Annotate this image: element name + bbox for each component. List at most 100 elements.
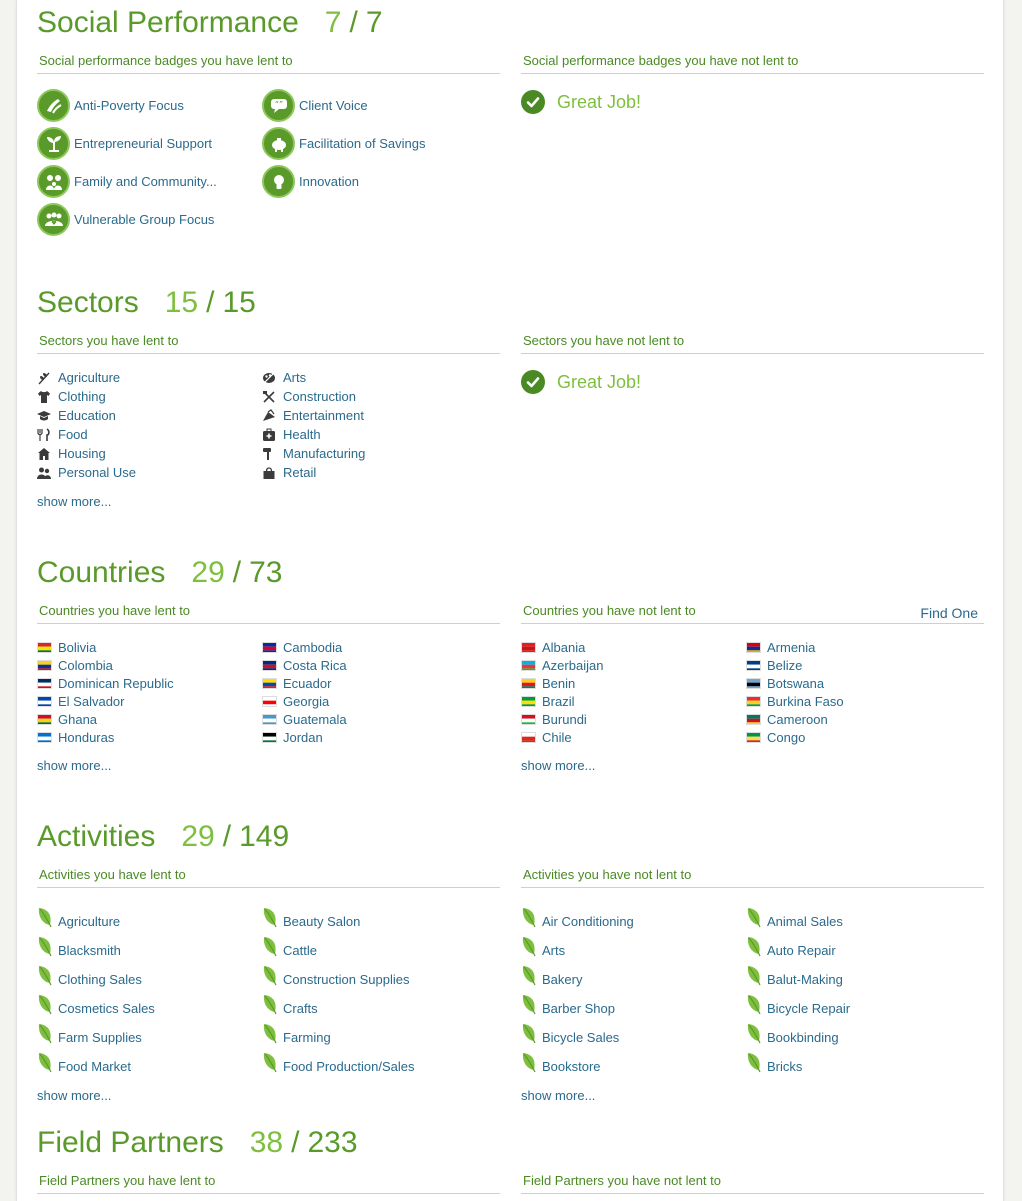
activity-label: Construction Supplies (283, 971, 410, 987)
section-title: Social Performance 7 / 7 (37, 6, 383, 46)
activity-item[interactable]: Animal Sales (746, 908, 843, 932)
show-more-link[interactable]: show more... (37, 1088, 111, 1103)
country-item[interactable]: Georgia (262, 694, 329, 709)
leaf-icon (746, 1022, 762, 1044)
group-icon (37, 203, 70, 236)
section-title: Activities 29 / 149 (37, 820, 289, 860)
country-item[interactable]: Benin (521, 676, 575, 691)
sector-item[interactable]: Clothing (37, 389, 106, 404)
activity-item[interactable]: Food Production/Sales (262, 1053, 415, 1077)
count-separator: / (349, 6, 358, 39)
activity-item[interactable]: Clothing Sales (37, 966, 142, 990)
country-item[interactable]: El Salvador (37, 694, 124, 709)
country-item[interactable]: Botswana (746, 676, 824, 691)
show-more-link[interactable]: show more... (521, 1088, 595, 1103)
lending-stats-panel: Social Performance 7 / 7 Social performa… (16, 0, 1004, 1201)
leaf-icon (521, 1022, 537, 1044)
country-item[interactable]: Dominican Republic (37, 676, 174, 691)
country-item[interactable]: Bolivia (37, 640, 96, 655)
activity-item[interactable]: Cosmetics Sales (37, 995, 155, 1019)
leaf-icon (521, 935, 537, 957)
country-item[interactable]: Cameroon (746, 712, 828, 727)
show-more-link[interactable]: show more... (37, 494, 111, 509)
country-item[interactable]: Albania (521, 640, 585, 655)
activity-item[interactable]: Farm Supplies (37, 1024, 142, 1048)
activity-item[interactable]: Arts (521, 937, 565, 961)
sector-item[interactable]: Food (37, 427, 88, 442)
piggy-bank-icon (262, 127, 295, 160)
activity-item[interactable]: Bakery (521, 966, 582, 990)
country-item[interactable]: Belize (746, 658, 802, 673)
total-count: 73 (249, 556, 283, 589)
activity-item[interactable]: Beauty Salon (262, 908, 360, 932)
country-item[interactable]: Colombia (37, 658, 113, 673)
country-label: Ecuador (283, 676, 332, 691)
sector-item[interactable]: Housing (37, 446, 106, 461)
sector-item[interactable]: Construction (262, 389, 356, 404)
activity-item[interactable]: Balut-Making (746, 966, 843, 990)
activity-label: Cosmetics Sales (58, 1000, 155, 1016)
leaf-icon (262, 935, 278, 957)
badge-item[interactable]: “” Client Voice (262, 89, 368, 122)
badge-item[interactable]: Facilitation of Savings (262, 127, 425, 160)
activity-item[interactable]: Bookbinding (746, 1024, 839, 1048)
flag-icon (521, 660, 536, 671)
sector-item[interactable]: Education (37, 408, 116, 423)
show-more-link[interactable]: show more... (37, 758, 111, 773)
country-item[interactable]: Cambodia (262, 640, 342, 655)
badge-item[interactable]: Vulnerable Group Focus (37, 203, 214, 236)
activity-item[interactable]: Bookstore (521, 1053, 601, 1077)
badge-item[interactable]: Family and Community... (37, 165, 217, 198)
country-item[interactable]: Congo (746, 730, 805, 745)
country-item[interactable]: Azerbaijan (521, 658, 603, 673)
activity-item[interactable]: Bicycle Sales (521, 1024, 620, 1048)
sector-item[interactable]: Personal Use (37, 465, 136, 480)
country-item[interactable]: Burundi (521, 712, 587, 727)
activity-item[interactable]: Air Conditioning (521, 908, 634, 932)
show-more-link[interactable]: show more... (521, 758, 595, 773)
sector-item[interactable]: Health (262, 427, 321, 442)
flag-icon (37, 678, 52, 689)
activity-item[interactable]: Food Market (37, 1053, 131, 1077)
sector-item[interactable]: Retail (262, 465, 316, 480)
badge-item[interactable]: Anti-Poverty Focus (37, 89, 184, 122)
sector-item[interactable]: Agriculture (37, 370, 120, 385)
country-item[interactable]: Ghana (37, 712, 97, 727)
activity-item[interactable]: Farming (262, 1024, 331, 1048)
activity-item[interactable]: Cattle (262, 937, 317, 961)
country-item[interactable]: Armenia (746, 640, 815, 655)
sector-item[interactable]: Manufacturing (262, 446, 365, 461)
activity-label: Farming (283, 1029, 331, 1045)
badge-item[interactable]: Innovation (262, 165, 359, 198)
bag-icon (262, 466, 277, 480)
country-item[interactable]: Guatemala (262, 712, 347, 727)
find-one-link[interactable]: Find One (920, 604, 978, 622)
country-item[interactable]: Honduras (37, 730, 114, 745)
not-lent-column-header: Activities you have not lent to (521, 866, 984, 888)
country-item[interactable]: Chile (521, 730, 572, 745)
country-item[interactable]: Costa Rica (262, 658, 347, 673)
fork-knife-icon (37, 427, 52, 442)
activity-item[interactable]: Bricks (746, 1053, 802, 1077)
activity-item[interactable]: Barber Shop (521, 995, 615, 1019)
activity-item[interactable]: Agriculture (37, 908, 120, 932)
country-item[interactable]: Brazil (521, 694, 575, 709)
country-item[interactable]: Burkina Faso (746, 694, 844, 709)
activity-item[interactable]: Blacksmith (37, 937, 121, 961)
sector-item[interactable]: Arts (262, 370, 306, 385)
badge-item[interactable]: Entrepreneurial Support (37, 127, 212, 160)
activity-item[interactable]: Construction Supplies (262, 966, 410, 990)
country-item[interactable]: Ecuador (262, 676, 331, 691)
country-item[interactable]: Jordan (262, 730, 323, 745)
great-job-message: Great Job! (521, 370, 641, 394)
activity-label: Bicycle Sales (542, 1029, 620, 1045)
section-field-partners: Field Partners 38 / 233 Field Partners y… (17, 1126, 1005, 1201)
lent-column-header: Sectors you have lent to (37, 332, 500, 354)
people-icon (37, 466, 52, 480)
activity-item[interactable]: Bicycle Repair (746, 995, 850, 1019)
activity-item[interactable]: Crafts (262, 995, 318, 1019)
activity-item[interactable]: Auto Repair (746, 937, 836, 961)
section-name: Social Performance (37, 6, 299, 39)
leaf-icon (262, 1022, 278, 1044)
sector-item[interactable]: Entertainment (262, 408, 364, 423)
